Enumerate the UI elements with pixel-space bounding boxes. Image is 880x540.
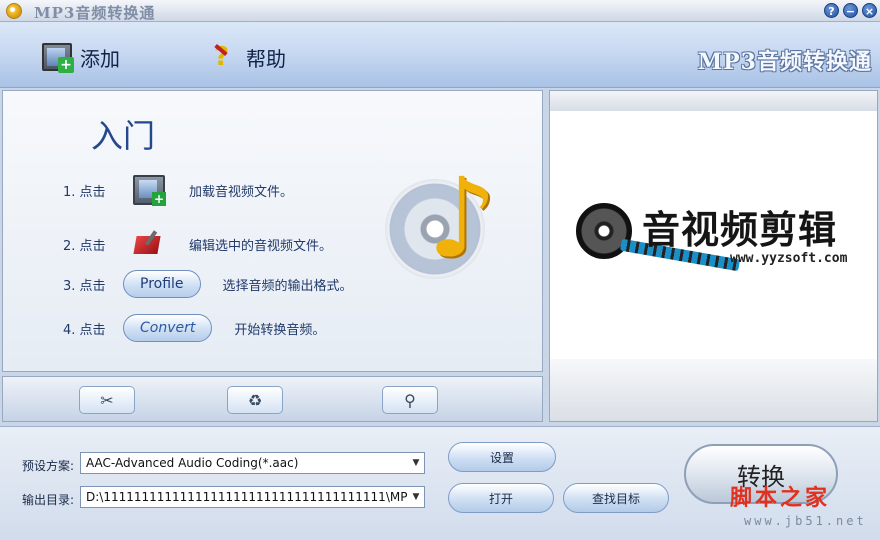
music-note-icon: ♪	[427, 154, 498, 282]
recycle-icon: ♻	[247, 390, 263, 410]
step-3-number: 3. 点击	[63, 278, 106, 294]
scissors-icon: ✂	[100, 390, 114, 410]
preview-header	[550, 91, 877, 111]
preset-label: 预设方案:	[22, 459, 75, 473]
app-logo-icon	[6, 3, 22, 19]
add-label: 添加	[80, 46, 120, 71]
tool-strip: ✂ ♻ ⚲	[2, 376, 543, 422]
getting-started-title: 入门	[91, 117, 156, 155]
promo-url: www.yyzsoft.com	[730, 251, 848, 266]
recycle-button[interactable]: ♻	[227, 386, 283, 414]
step-2: 2. 点击 编辑选中的音视频文件。	[63, 229, 332, 259]
getting-started-panel: 入门 1. 点击 + 加载音视频文件。 2. 点击 编辑选中的音视频文件。 3.…	[2, 90, 543, 372]
title-bar: MP3音频转换通 ? − ×	[0, 0, 880, 22]
cut-button[interactable]: ✂	[79, 386, 135, 414]
step-1: 1. 点击 + 加载音视频文件。	[63, 175, 294, 206]
minimize-button[interactable]: −	[843, 3, 858, 18]
preset-select[interactable]: AAC-Advanced Audio Coding(*.aac) ▼	[80, 452, 425, 474]
step-2-desc: 编辑选中的音视频文件。	[189, 238, 333, 254]
step-3-desc: 选择音频的输出格式。	[222, 278, 353, 294]
settings-button[interactable]: 设置	[448, 442, 556, 472]
brand-title: MP3音频转换通	[697, 49, 872, 75]
output-dir-select[interactable]: D:\1111111111111111111111111111111111111…	[80, 486, 425, 508]
add-file-icon: +	[42, 43, 74, 73]
step-4-number: 4. 点击	[63, 322, 106, 338]
help-icon: ?	[214, 42, 244, 72]
step-4-desc: 开始转换音频。	[234, 322, 326, 338]
toolbar: + 添加 ? 帮助 MP3音频转换通	[0, 22, 880, 88]
help-button[interactable]: ? 帮助	[214, 40, 286, 74]
preview-panel: 音视频剪辑 www.yyzsoft.com	[549, 90, 878, 422]
add-file-step-icon[interactable]: +	[133, 175, 166, 206]
output-dir-label: 输出目录:	[22, 493, 75, 507]
step-4: 4. 点击 Convert 开始转换音频。	[63, 313, 325, 343]
preview-footer	[550, 359, 877, 421]
step-1-desc: 加载音视频文件。	[189, 184, 294, 200]
step-2-number: 2. 点击	[63, 238, 106, 254]
profile-button[interactable]: Profile	[123, 270, 201, 298]
chevron-down-icon[interactable]: ▼	[408, 453, 424, 473]
find-target-button[interactable]: 查找目标	[563, 483, 669, 513]
promo-title: 音视频剪辑	[642, 207, 838, 252]
preset-value: AAC-Advanced Audio Coding(*.aac)	[86, 456, 299, 470]
chevron-down-icon[interactable]: ▼	[408, 487, 424, 507]
output-dir-value: D:\1111111111111111111111111111111111111…	[86, 490, 419, 504]
open-button[interactable]: 打开	[448, 483, 554, 513]
add-button[interactable]: + 添加	[42, 40, 120, 74]
window-title: MP3音频转换通	[34, 4, 156, 22]
watermark-text: 脚本之家	[730, 485, 831, 511]
search-button[interactable]: ⚲	[382, 386, 438, 414]
step-3: 3. 点击 Profile 选择音频的输出格式。	[63, 269, 353, 299]
watermark-url: www.jb51.net	[744, 514, 867, 528]
magnifier-icon: ⚲	[404, 390, 416, 410]
step-1-number: 1. 点击	[63, 184, 106, 200]
help-label: 帮助	[246, 46, 286, 71]
convert-step-button[interactable]: Convert	[123, 314, 213, 342]
close-button[interactable]: ×	[862, 3, 877, 18]
help-window-button[interactable]: ?	[824, 3, 839, 18]
edit-file-step-icon[interactable]	[131, 228, 167, 260]
